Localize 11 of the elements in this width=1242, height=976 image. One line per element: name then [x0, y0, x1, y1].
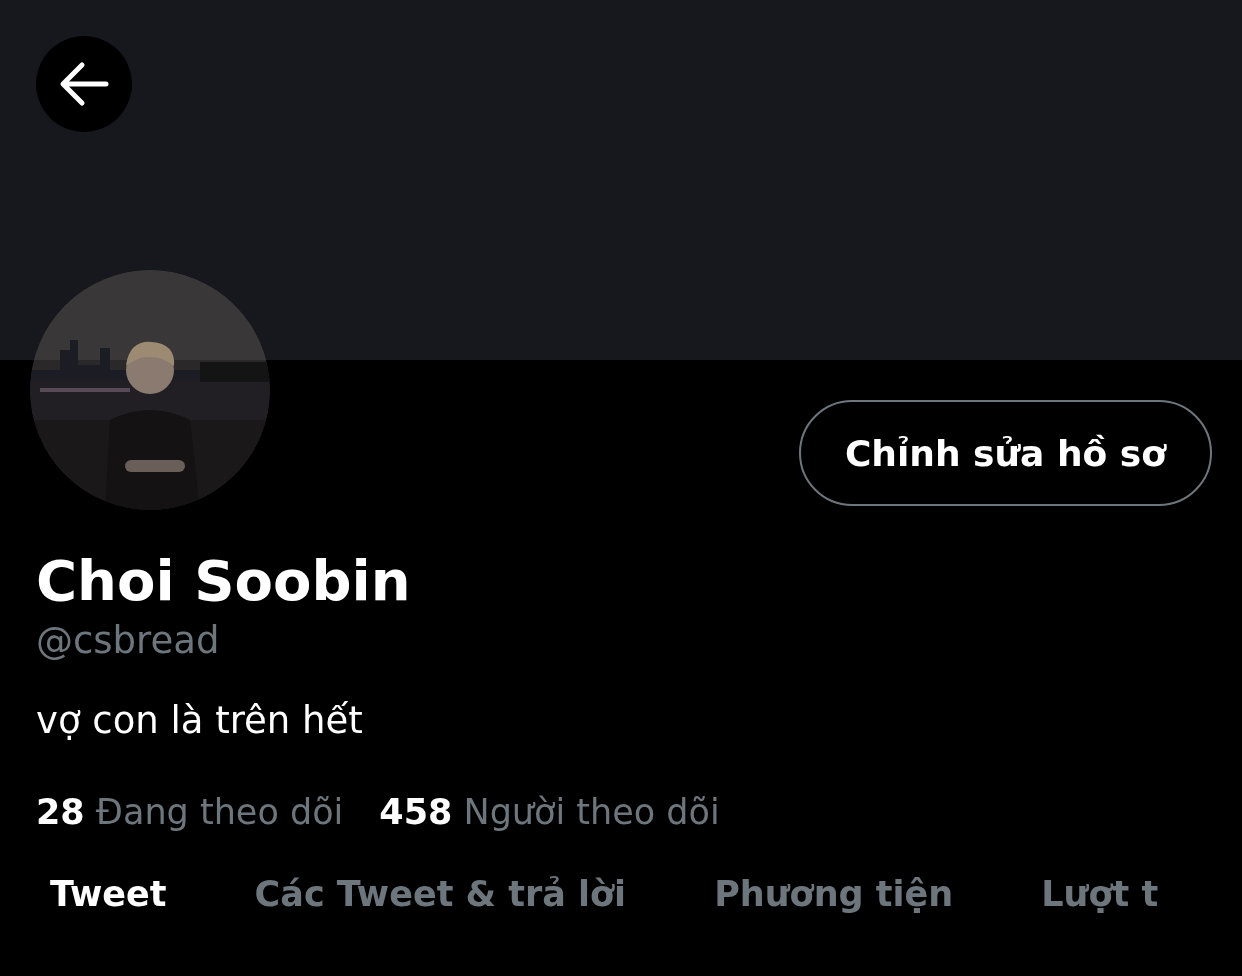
stat-link[interactable]: 28 Đang theo dõi	[36, 792, 344, 832]
stat-link[interactable]: 458 Người theo dõi	[379, 792, 720, 832]
back-arrow-icon	[58, 61, 110, 107]
profile-tab[interactable]: Phương tiện	[714, 874, 954, 914]
profile-tab[interactable]: Lượt t	[1041, 874, 1159, 914]
profile-tab[interactable]: Tweet	[50, 874, 167, 914]
edit-profile-button[interactable]: Chỉnh sửa hồ sơ	[798, 400, 1212, 506]
profile-bio: vợ con là trên hết	[36, 698, 364, 744]
profile-name: Choi Soobin	[36, 547, 412, 615]
profile-handle: @csbread	[36, 618, 221, 664]
profile-tab[interactable]: Các Tweet & trả lời	[254, 874, 627, 914]
